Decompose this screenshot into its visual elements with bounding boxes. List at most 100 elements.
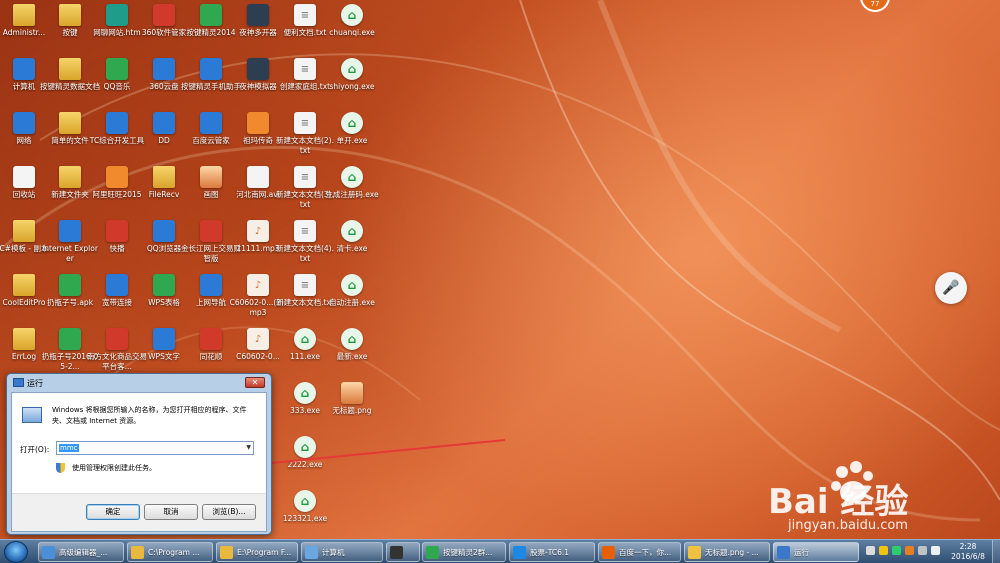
- taskbar-button-label: E:\Program F...: [237, 547, 292, 557]
- paint-icon: [688, 545, 701, 559]
- desktop-icon[interactable]: ⌂ 清卡.exe: [326, 220, 378, 272]
- taskbar-button[interactable]: E:\Program F...: [216, 542, 298, 562]
- clock-date: 2016/6/8: [951, 552, 985, 561]
- exe-house-icon: ⌂: [341, 112, 363, 134]
- folder-icon: [220, 545, 233, 559]
- desktop-icon[interactable]: ⌂ shiyong.exe: [326, 58, 378, 110]
- microphone-icon[interactable]: 🎤: [935, 272, 967, 304]
- nox-icon: [390, 545, 403, 559]
- chevron-down-icon[interactable]: ▼: [246, 442, 251, 454]
- text-file-icon: ≡: [294, 166, 316, 188]
- text-file-icon: ≡: [294, 4, 316, 26]
- volume-icon[interactable]: [931, 546, 940, 555]
- run-icon: [777, 545, 790, 559]
- notification-badge[interactable]: 77: [860, 0, 890, 12]
- desktop-icon-label: 123321.exe: [282, 514, 328, 523]
- exe-house-icon: ⌂: [341, 328, 363, 350]
- show-desktop-button[interactable]: [992, 540, 1000, 563]
- web-nav-icon: [200, 274, 222, 296]
- exe-house-icon: ⌂: [341, 58, 363, 80]
- desktop-icon[interactable]: ⌂ 123321.exe: [279, 490, 331, 542]
- exe-house-icon: ⌂: [341, 166, 363, 188]
- taskbar-button[interactable]: 运行: [773, 542, 859, 562]
- user-folder-icon: [13, 4, 35, 26]
- desktop-icon-label: 无标题.png: [332, 406, 372, 415]
- anjian-app-icon: [426, 545, 439, 559]
- run-dialog-title: 运行: [27, 379, 43, 388]
- clock[interactable]: 2:28 2016/6/8: [948, 542, 988, 562]
- exe-house-icon: ⌂: [294, 328, 316, 350]
- user-icon[interactable]: [905, 546, 914, 555]
- desktop-icon[interactable]: 无标题.png: [326, 382, 378, 434]
- text-file-icon: ≡: [294, 112, 316, 134]
- run-window-icon: [13, 378, 24, 387]
- taskbar-button-label: 百度一下，你...: [619, 547, 672, 557]
- cloud-disk-icon: [153, 58, 175, 80]
- desktop-icon-label: 生成注册码.exe: [325, 190, 379, 199]
- open-input[interactable]: mmc ▼: [56, 441, 254, 455]
- cancel-button[interactable]: 取消: [144, 504, 198, 520]
- desktop-icon[interactable]: ⌂ 2222.exe: [279, 436, 331, 488]
- broadband-icon: [106, 274, 128, 296]
- image-file-icon: [341, 382, 363, 404]
- admin-shield-icon: [56, 463, 65, 473]
- aliwangwang-icon: [106, 166, 128, 188]
- network-tray-icon[interactable]: [918, 546, 927, 555]
- close-button[interactable]: ✕: [245, 377, 265, 388]
- desktop-icon[interactable]: ⌂ 单开.exe: [326, 112, 378, 164]
- wps-writer-icon: [153, 328, 175, 350]
- taskbar-button[interactable]: 高级编辑器_...: [38, 542, 124, 562]
- taskbar-button[interactable]: 股票-TC6.1: [509, 542, 595, 562]
- nox-multi-icon: [247, 4, 269, 26]
- open-input-value: mmc: [59, 444, 79, 452]
- folder-icon: [13, 220, 35, 242]
- open-label: 打开(O):: [20, 445, 50, 454]
- taskbar-button[interactable]: 百度一下，你...: [598, 542, 681, 562]
- browser-icon: [42, 545, 55, 559]
- taskbar: 高级编辑器_... C:\Program ... E:\Program F... 计算…: [0, 539, 1000, 563]
- computer-icon: [13, 58, 35, 80]
- anjian-app-icon: [200, 4, 222, 26]
- ime-icon[interactable]: [879, 546, 888, 555]
- run-program-icon: [22, 407, 42, 423]
- ok-button[interactable]: 确定: [86, 504, 140, 520]
- trading-app-icon: [106, 328, 128, 350]
- paint-icon: [200, 166, 222, 188]
- folder-icon: [131, 545, 144, 559]
- ie-icon: [59, 220, 81, 242]
- tonghuashun-icon: [200, 328, 222, 350]
- taskbar-button[interactable]: C:\Program ...: [127, 542, 213, 562]
- text-file-icon: ≡: [294, 274, 316, 296]
- watermark-url: jingyan.baidu.com: [788, 518, 908, 533]
- desktop-icon-label: chuanqi.exe: [329, 28, 375, 37]
- run-description: Windows 将根据您所输入的名称，为您打开相应的程序、文件夹、文档或 Int…: [52, 406, 247, 425]
- nox-icon: [247, 58, 269, 80]
- browse-button[interactable]: 浏览(B)...: [202, 504, 256, 520]
- anjian-phone-icon: [200, 58, 222, 80]
- desktop-icon-label: shiyong.exe: [329, 82, 375, 91]
- folder-icon: [13, 274, 35, 296]
- taskbar-button[interactable]: 无标题.png - ...: [684, 542, 770, 562]
- tc-dev-icon: [106, 112, 128, 134]
- folder-icon: [153, 166, 175, 188]
- start-button[interactable]: [4, 541, 28, 563]
- taskbar-button-label: 运行: [794, 547, 809, 557]
- taskbar-button[interactable]: 计算机: [301, 542, 383, 562]
- taskbar-button[interactable]: 按键精灵2群...: [422, 542, 506, 562]
- text-file-icon: ≡: [294, 58, 316, 80]
- exe-house-icon: ⌂: [294, 436, 316, 458]
- run-dialog-body: Windows 将根据您所输入的名称，为您打开相应的程序、文件夹、文档或 Int…: [11, 392, 267, 532]
- taskbar-button[interactable]: [386, 542, 420, 562]
- system-tray: [866, 546, 940, 555]
- security-icon[interactable]: [892, 546, 901, 555]
- desktop-icon[interactable]: ⌂ 最新.exe: [326, 328, 378, 380]
- desktop-icon[interactable]: ⌂ 自动注册.exe: [326, 274, 378, 326]
- taskbar-button-label: C:\Program ...: [148, 547, 200, 557]
- audio-file-icon: ♪: [247, 220, 269, 242]
- taskbar-button-label: 计算机: [322, 547, 345, 557]
- apk-icon: [59, 274, 81, 296]
- keyboard-icon[interactable]: [866, 546, 875, 555]
- video-file-icon: [247, 166, 269, 188]
- desktop-icon[interactable]: ⌂ chuanqi.exe: [326, 4, 378, 56]
- desktop-icon[interactable]: ⌂ 生成注册码.exe: [325, 166, 379, 218]
